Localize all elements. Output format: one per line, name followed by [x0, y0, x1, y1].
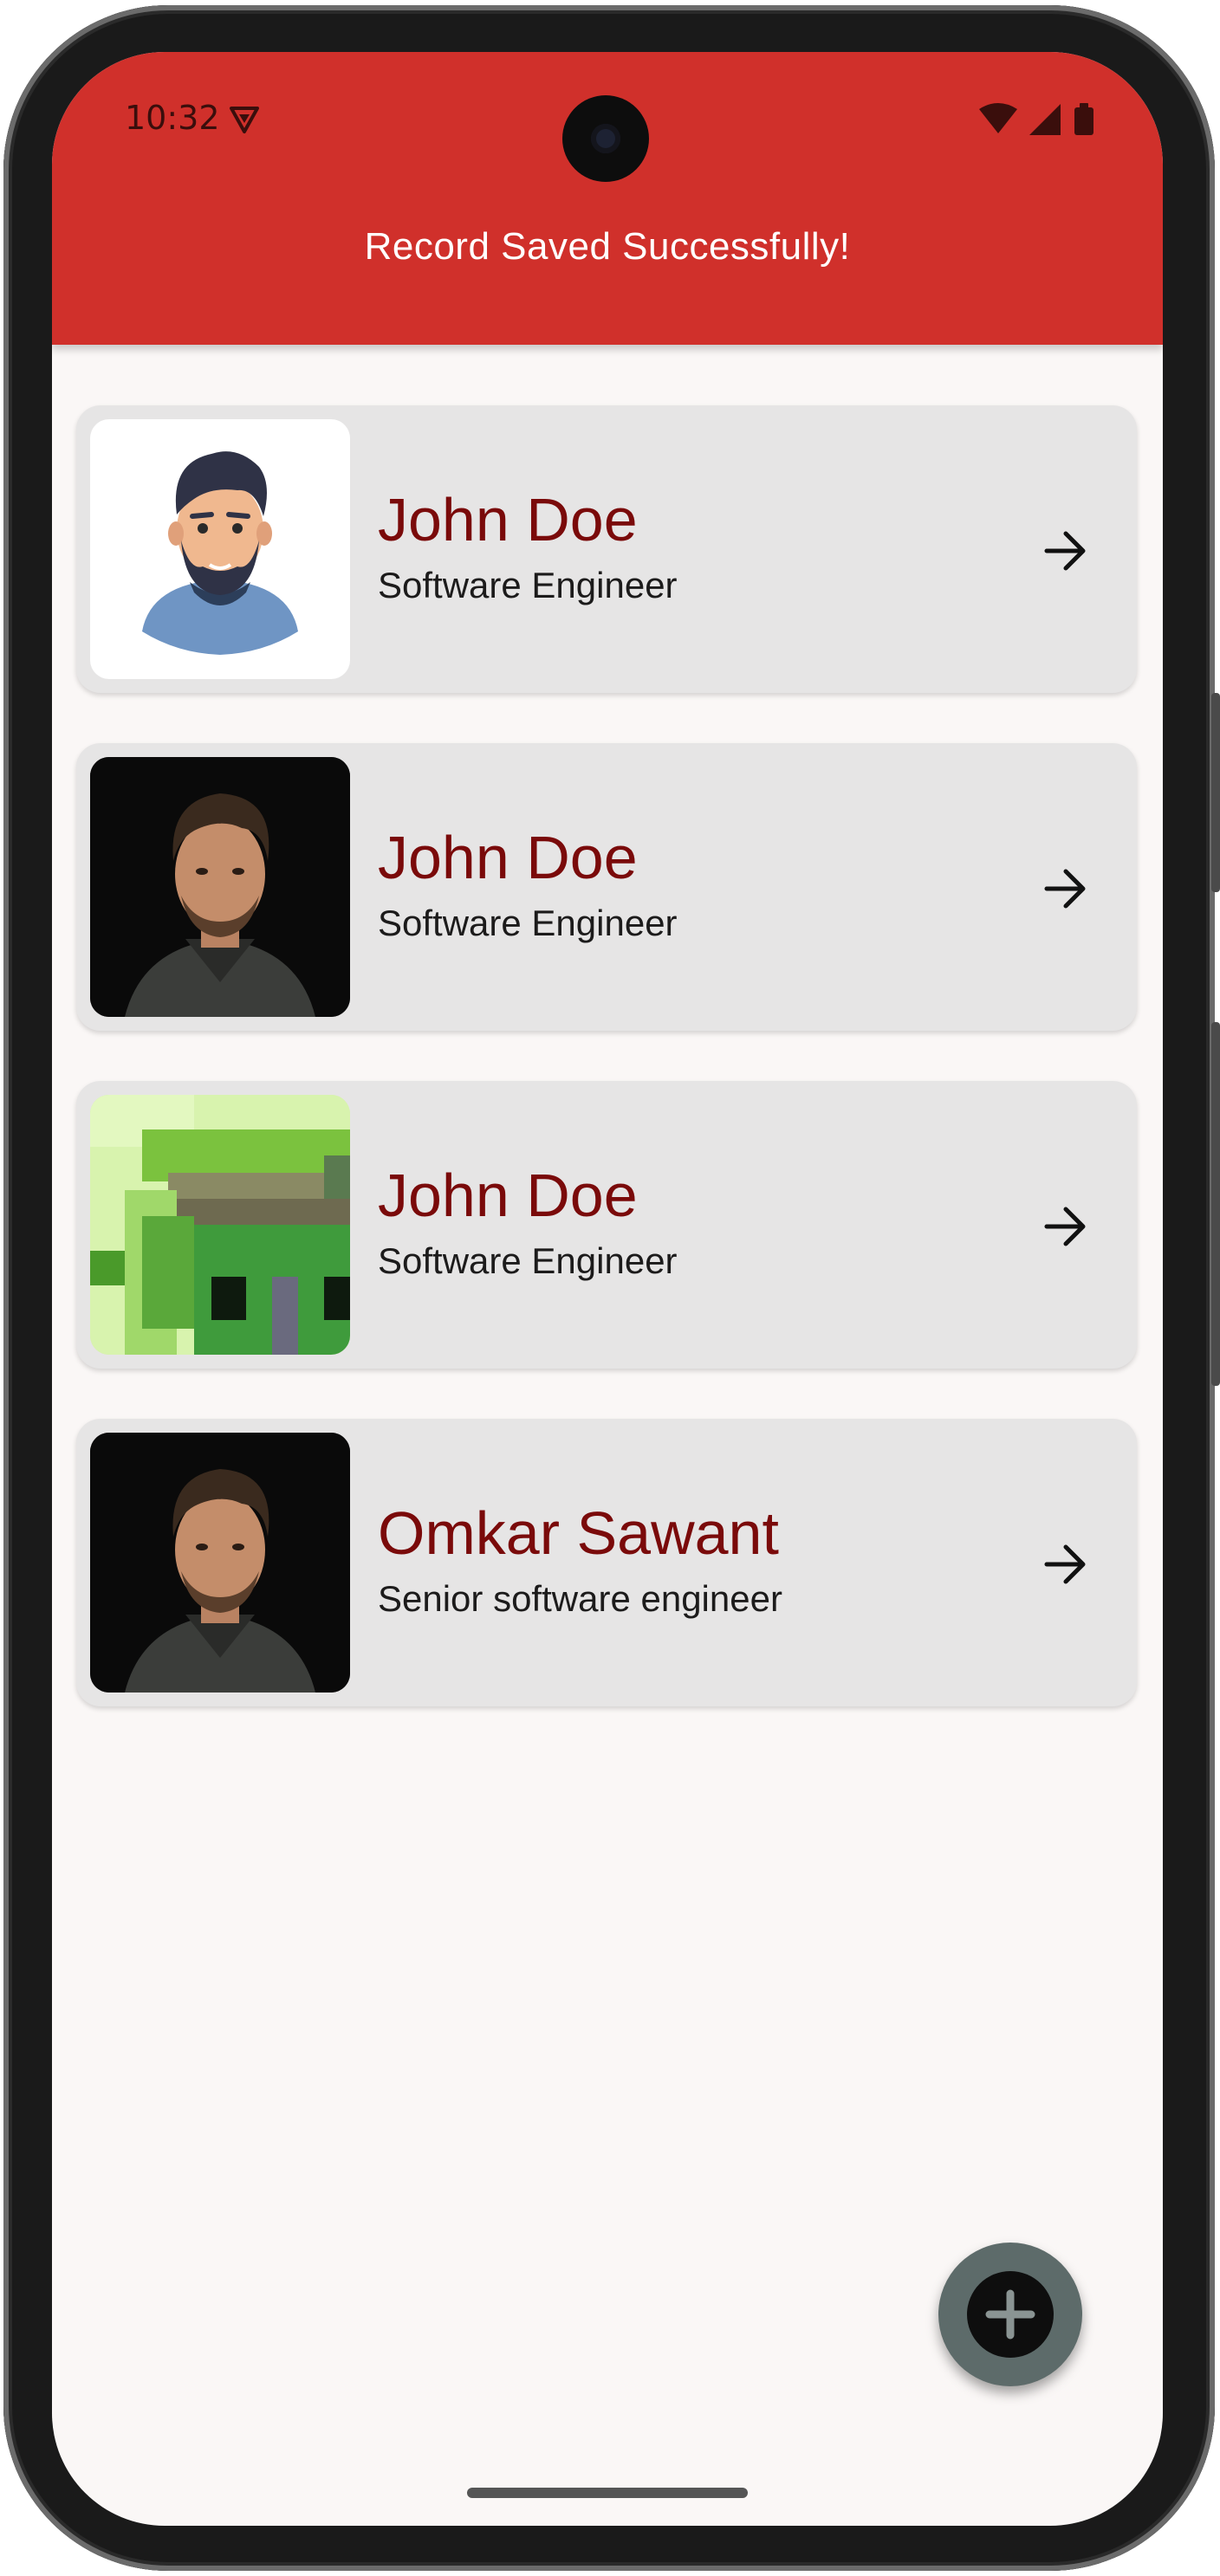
record-card[interactable]: John Doe Software Engineer	[76, 1081, 1137, 1369]
status-time: 10:32	[125, 99, 220, 137]
avatar	[90, 757, 350, 1017]
phone-side-button-bottom	[1211, 1022, 1220, 1386]
avatar	[90, 419, 350, 679]
record-card[interactable]: John Doe Software Engineer	[76, 743, 1137, 1031]
record-name: Omkar Sawant	[378, 1499, 779, 1567]
record-title: Senior software engineer	[378, 1578, 782, 1619]
record-card[interactable]: Omkar Sawant Senior software engineer	[76, 1419, 1137, 1706]
avatar	[90, 1433, 350, 1693]
avatar	[90, 1095, 350, 1355]
record-name: John Doe	[378, 824, 638, 891]
add-record-button[interactable]	[938, 2243, 1082, 2386]
phone-frame: 10:32 Record Saved Successfully! John Do…	[0, 0, 1220, 2576]
add-icon	[985, 2289, 1035, 2340]
record-name: John Doe	[378, 1162, 638, 1229]
arrow-right-icon[interactable]	[1042, 1202, 1090, 1251]
app-bar: 10:32 Record Saved Successfully!	[52, 52, 1163, 345]
page-title: Record Saved Successfully!	[364, 225, 851, 268]
record-name: John Doe	[378, 486, 638, 553]
wifi-icon	[979, 103, 1017, 133]
front-camera	[562, 95, 649, 182]
arrow-right-icon[interactable]	[1042, 1540, 1090, 1589]
record-title: Software Engineer	[378, 565, 678, 605]
arrow-right-icon[interactable]	[1042, 527, 1090, 575]
arrow-right-icon[interactable]	[1042, 864, 1090, 913]
record-title: Software Engineer	[378, 1240, 678, 1281]
home-indicator[interactable]	[467, 2488, 748, 2498]
app-screen: 10:32 Record Saved Successfully! John Do…	[52, 52, 1163, 2526]
battery-icon	[1074, 103, 1093, 135]
portrait-photo-icon	[90, 1433, 350, 1693]
vpn-shield-icon	[230, 107, 259, 133]
record-title: Software Engineer	[378, 903, 678, 943]
portrait-photo-icon	[90, 757, 350, 1017]
cartoon-man-avatar-icon	[142, 451, 298, 655]
phone-side-button-top	[1211, 693, 1220, 892]
signal-icon	[1029, 104, 1061, 135]
pixel-art-house-icon	[90, 1095, 350, 1355]
status-icons	[979, 103, 1093, 135]
record-card[interactable]: John Doe Software Engineer	[76, 405, 1137, 693]
add-icon-circle	[967, 2271, 1054, 2358]
